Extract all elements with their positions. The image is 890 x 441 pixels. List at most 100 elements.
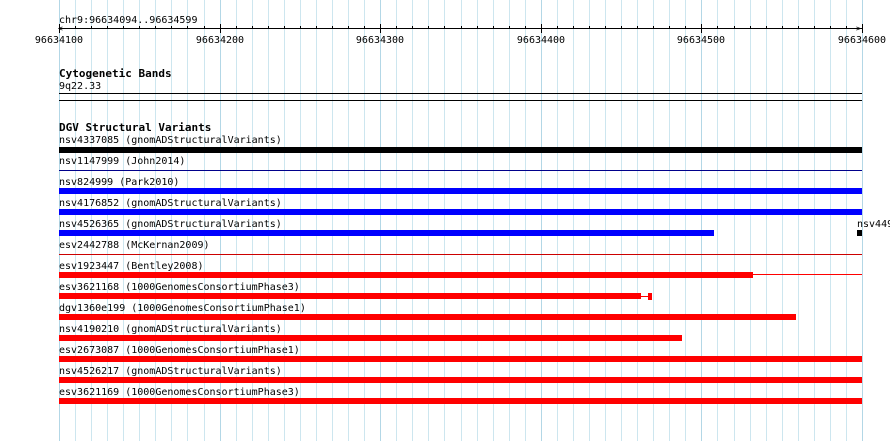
grid-line bbox=[846, 0, 847, 441]
minor-tick bbox=[187, 26, 188, 29]
feature-bar[interactable] bbox=[59, 356, 862, 362]
minor-tick bbox=[669, 26, 670, 29]
minor-tick bbox=[332, 26, 333, 29]
major-tick bbox=[380, 24, 381, 33]
feature-bar[interactable] bbox=[59, 147, 862, 153]
minor-tick bbox=[171, 26, 172, 29]
ruler-right-arrow: > bbox=[856, 24, 861, 33]
feature-label: esv3621169 (1000GenomesConsortiumPhase3) bbox=[59, 387, 300, 398]
minor-tick bbox=[155, 26, 156, 29]
grid-line bbox=[734, 0, 735, 441]
grid-line bbox=[316, 0, 317, 441]
minor-tick bbox=[717, 26, 718, 29]
grid-line bbox=[814, 0, 815, 441]
minor-tick bbox=[653, 26, 654, 29]
grid-line bbox=[717, 0, 718, 441]
feature-label: nsv4190210 (gnomADStructuralVariants) bbox=[59, 324, 282, 335]
grid-line bbox=[541, 0, 542, 441]
feature-bar[interactable] bbox=[59, 314, 796, 320]
minor-tick bbox=[107, 26, 108, 29]
edge-feature-bar[interactable] bbox=[857, 230, 862, 236]
feature-bar[interactable] bbox=[59, 254, 862, 255]
feature-bar[interactable] bbox=[59, 377, 862, 383]
grid-line bbox=[509, 0, 510, 441]
grid-line bbox=[332, 0, 333, 441]
feature-bar[interactable] bbox=[59, 335, 682, 341]
cytoband-ideogram[interactable] bbox=[59, 93, 862, 94]
minor-tick bbox=[589, 26, 590, 29]
minor-tick bbox=[621, 26, 622, 29]
minor-tick bbox=[428, 26, 429, 29]
feature-bar[interactable] bbox=[59, 272, 753, 278]
minor-tick bbox=[444, 26, 445, 29]
feature-label: nsv4526365 (gnomADStructuralVariants) bbox=[59, 219, 282, 230]
minor-tick bbox=[525, 26, 526, 29]
dgv-track-title: DGV Structural Variants bbox=[59, 121, 212, 134]
grid-line bbox=[605, 0, 606, 441]
minor-tick bbox=[300, 26, 301, 29]
minor-tick bbox=[75, 26, 76, 29]
cytoband-label: 9q22.33 bbox=[59, 81, 102, 92]
grid-line bbox=[798, 0, 799, 441]
grid-line bbox=[444, 0, 445, 441]
grid-line bbox=[701, 0, 702, 441]
grid-line bbox=[621, 0, 622, 441]
feature-bar[interactable] bbox=[59, 170, 862, 171]
minor-tick bbox=[798, 26, 799, 29]
minor-tick bbox=[477, 26, 478, 29]
grid-line bbox=[589, 0, 590, 441]
minor-tick bbox=[268, 26, 269, 29]
feature-bar[interactable] bbox=[59, 398, 862, 404]
minor-tick bbox=[252, 26, 253, 29]
minor-tick bbox=[782, 26, 783, 29]
feature-bar[interactable] bbox=[648, 293, 652, 300]
minor-tick bbox=[284, 26, 285, 29]
grid-line bbox=[525, 0, 526, 441]
feature-label: esv2673087 (1000GenomesConsortiumPhase1) bbox=[59, 345, 300, 356]
major-tick bbox=[59, 24, 60, 33]
tick-label: 96634400 bbox=[516, 35, 566, 46]
minor-tick bbox=[605, 26, 606, 29]
minor-tick bbox=[316, 26, 317, 29]
grid-line bbox=[685, 0, 686, 441]
feature-label: nsv4526217 (gnomADStructuralVariants) bbox=[59, 366, 282, 377]
minor-tick bbox=[637, 26, 638, 29]
minor-tick bbox=[236, 26, 237, 29]
grid-line bbox=[493, 0, 494, 441]
major-tick bbox=[862, 24, 863, 33]
feature-label: nsv824999 (Park2010) bbox=[59, 177, 180, 188]
feature-bar[interactable] bbox=[59, 293, 641, 299]
feature-label: esv2442788 (McKernan2009) bbox=[59, 240, 210, 251]
minor-tick bbox=[139, 26, 140, 29]
feature-bar[interactable] bbox=[59, 188, 862, 194]
minor-tick bbox=[557, 26, 558, 29]
grid-line bbox=[637, 0, 638, 441]
tick-label: 96634600 bbox=[837, 35, 887, 46]
grid-line bbox=[428, 0, 429, 441]
grid-line bbox=[348, 0, 349, 441]
grid-line bbox=[669, 0, 670, 441]
edge-feature-label: nsv449 bbox=[857, 219, 890, 230]
minor-tick bbox=[348, 26, 349, 29]
feature-connector bbox=[753, 274, 862, 275]
grid-line bbox=[782, 0, 783, 441]
minor-tick bbox=[412, 26, 413, 29]
feature-bar[interactable] bbox=[59, 230, 714, 236]
track-separator bbox=[59, 100, 862, 101]
feature-bar[interactable] bbox=[59, 209, 862, 215]
minor-tick bbox=[750, 26, 751, 29]
minor-tick bbox=[396, 26, 397, 29]
tick-label: 96634200 bbox=[195, 35, 245, 46]
grid-line bbox=[750, 0, 751, 441]
grid-line bbox=[830, 0, 831, 441]
minor-tick bbox=[204, 26, 205, 29]
minor-tick bbox=[734, 26, 735, 29]
grid-line bbox=[364, 0, 365, 441]
feature-label: esv1923447 (Bentley2008) bbox=[59, 261, 204, 272]
minor-tick bbox=[830, 26, 831, 29]
major-tick bbox=[541, 24, 542, 33]
tick-label: 96634500 bbox=[676, 35, 726, 46]
genome-browser-view[interactable]: chr9:96634094..96634599 < > 96634100 9663… bbox=[0, 0, 890, 441]
tick-label: 96634300 bbox=[355, 35, 405, 46]
grid-line bbox=[300, 0, 301, 441]
